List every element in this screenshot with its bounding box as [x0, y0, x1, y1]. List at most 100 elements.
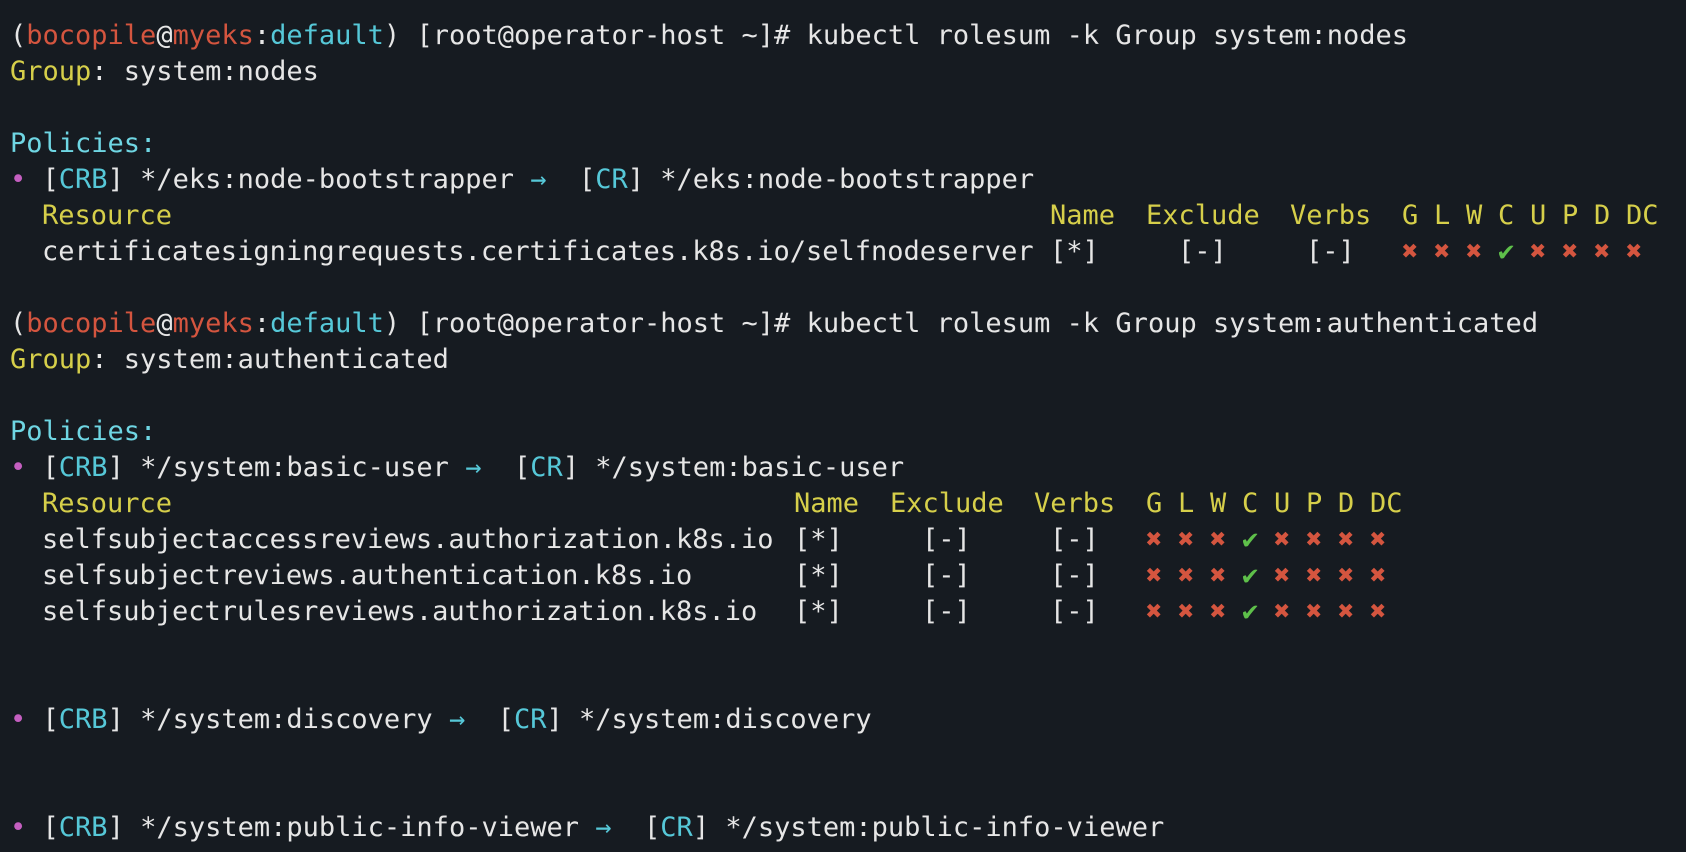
perm-create-icon: ✔ [1242, 560, 1259, 591]
arrow-right-icon: → [448, 704, 466, 735]
prompt-host: myeks [172, 20, 254, 51]
header-u: U [1530, 200, 1547, 231]
policies-label-2: Policies: [10, 416, 157, 447]
table-row-name: [*] [794, 596, 843, 627]
perm-get-icon: ✖ [1402, 236, 1419, 267]
cr-open: [ [481, 452, 531, 483]
header-c: C [1242, 488, 1259, 519]
table-row-exclude: [-] [1178, 236, 1227, 267]
perm-list-icon: ✖ [1434, 236, 1451, 267]
group-label: Group [10, 56, 92, 87]
bullet-icon: • [10, 164, 27, 195]
perm-list-icon: ✖ [1178, 596, 1195, 627]
policies-label-1: Policies: [10, 128, 157, 159]
command-text[interactable]: kubectl rolesum -k Group system:nodes [807, 20, 1408, 51]
crb-tag: CRB [58, 812, 108, 843]
header-resource: Resource [42, 488, 173, 519]
binding-line-3: • [CRB] */system:discovery → [CR] */syst… [10, 702, 872, 738]
bullet-icon: • [10, 812, 27, 843]
header-exclude: Exclude [1146, 200, 1260, 231]
cr-name: ] */system:basic-user [562, 452, 905, 483]
bullet-icon: • [10, 452, 27, 483]
cr-open: [ [611, 812, 661, 843]
group-line-2: Group: system:authenticated [10, 342, 449, 378]
header-w: W [1466, 200, 1483, 231]
header-d: D [1338, 488, 1355, 519]
cr-open: [ [465, 704, 514, 735]
header-dc: DC [1626, 200, 1659, 231]
perm-watch-icon: ✖ [1210, 596, 1227, 627]
binding-line-4: • [CRB] */system:public-info-viewer → [C… [10, 810, 1164, 846]
cr-tag: CR [530, 452, 563, 483]
arrow-right-icon: → [595, 812, 612, 843]
table-row-verbs: [-] [1050, 560, 1099, 591]
prompt-close: ) [383, 20, 401, 51]
table-row-resource: certificatesigningrequests.certificates.… [42, 236, 1034, 267]
perm-update-icon: ✖ [1274, 596, 1291, 627]
header-g: G [1146, 488, 1163, 519]
perm-list-icon: ✖ [1178, 524, 1195, 555]
cr-tag: CR [514, 704, 547, 735]
group-line-1: Group: system:nodes [10, 54, 319, 90]
group-value: : system:authenticated [91, 344, 449, 375]
crb-name: ] */system:discovery [107, 704, 449, 735]
table-row-verbs: [-] [1306, 236, 1355, 267]
perm-watch-icon: ✖ [1210, 524, 1227, 555]
crb-tag: CRB [58, 164, 108, 195]
table-row-exclude: [-] [922, 560, 971, 591]
perm-update-icon: ✖ [1274, 524, 1291, 555]
crb-name: ] */eks:node-bootstrapper [107, 164, 531, 195]
table-row-exclude: [-] [922, 524, 971, 555]
command-text[interactable]: kubectl rolesum -k Group system:authenti… [807, 308, 1539, 339]
crb-open: [ [42, 164, 59, 195]
header-c: C [1498, 200, 1515, 231]
header-name: Name [1050, 200, 1116, 231]
cr-open: [ [546, 164, 596, 195]
cr-tag: CR [595, 164, 628, 195]
perm-delete-icon: ✖ [1594, 236, 1611, 267]
table-row-name: [*] [794, 560, 843, 591]
table-row-exclude: [-] [922, 596, 971, 627]
arrow-right-icon: → [465, 452, 482, 483]
prompt-open: ( [10, 20, 27, 51]
crb-open: [ [42, 812, 59, 843]
perm-create-icon: ✔ [1242, 524, 1259, 555]
perm-deletecollection-icon: ✖ [1370, 560, 1387, 591]
crb-open: [ [42, 452, 59, 483]
prompt-open: ( [10, 308, 27, 339]
prompt-close: ) [383, 308, 401, 339]
crb-name: ] */system:public-info-viewer [107, 812, 596, 843]
prompt-line-2: (bocopile@myeks:default) [root@operator-… [10, 306, 1538, 342]
perm-patch-icon: ✖ [1562, 236, 1579, 267]
terminal-window[interactable]: (bocopile@myeks:default) [root@operator-… [0, 0, 1686, 852]
crb-tag: CRB [58, 704, 108, 735]
prompt-namespace: default [270, 308, 384, 339]
perm-get-icon: ✖ [1146, 524, 1163, 555]
header-l: L [1434, 200, 1451, 231]
prompt-colon: : [253, 308, 271, 339]
header-d: D [1594, 200, 1611, 231]
prompt-line-1: (bocopile@myeks:default) [root@operator-… [10, 18, 1408, 54]
table-row-verbs: [-] [1050, 524, 1099, 555]
table-row-name: [*] [1050, 236, 1099, 267]
cr-name: ] */system:discovery [546, 704, 872, 735]
perm-deletecollection-icon: ✖ [1370, 596, 1387, 627]
perm-deletecollection-icon: ✖ [1626, 236, 1643, 267]
group-label: Group [10, 344, 92, 375]
perm-create-icon: ✔ [1498, 236, 1515, 267]
perm-watch-icon: ✖ [1210, 560, 1227, 591]
perm-delete-icon: ✖ [1338, 560, 1355, 591]
perm-update-icon: ✖ [1274, 560, 1291, 591]
table-row-resource: selfsubjectreviews.authentication.k8s.io [42, 560, 693, 591]
perm-list-icon: ✖ [1178, 560, 1195, 591]
perm-patch-icon: ✖ [1306, 524, 1323, 555]
header-resource: Resource [42, 200, 173, 231]
table-row-resource: selfsubjectrulesreviews.authorization.k8… [42, 596, 758, 627]
binding-line-1: • [CRB] */eks:node-bootstrapper → [CR] *… [10, 162, 1034, 198]
table-row-verbs: [-] [1050, 596, 1099, 627]
header-l: L [1178, 488, 1195, 519]
bullet-icon: • [10, 704, 27, 735]
cr-name: ] */system:public-info-viewer [692, 812, 1165, 843]
header-exclude: Exclude [890, 488, 1004, 519]
header-dc: DC [1370, 488, 1403, 519]
